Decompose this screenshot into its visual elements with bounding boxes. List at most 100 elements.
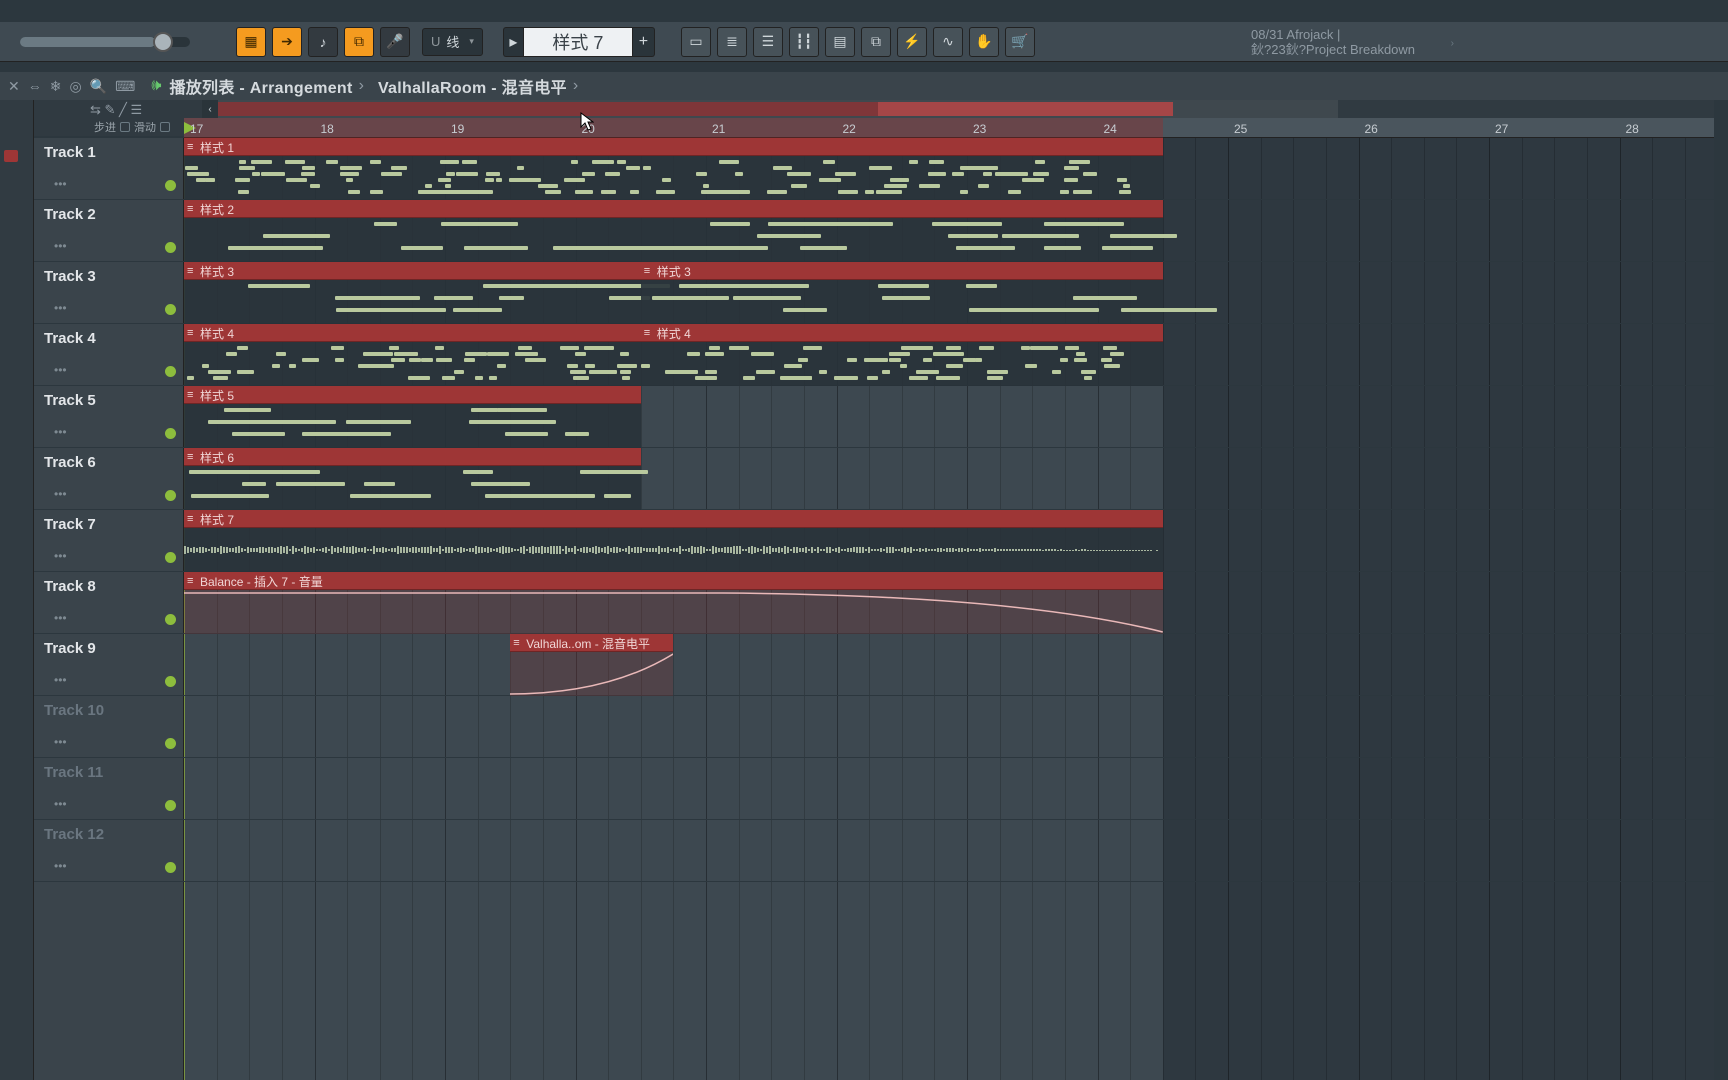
track-menu-icon[interactable]: •••: [54, 673, 67, 687]
clip-header[interactable]: 样式 1: [184, 138, 1163, 156]
pattern-prev-button[interactable]: ▸: [503, 27, 523, 57]
track-menu-icon[interactable]: •••: [54, 239, 67, 253]
clip-body[interactable]: [510, 652, 673, 696]
track-mute-led[interactable]: [165, 242, 176, 253]
clip-body[interactable]: [184, 280, 641, 324]
track-header[interactable]: Track 7•••: [34, 510, 184, 572]
speaker-icon[interactable]: 🕪: [151, 77, 161, 95]
cart-icon[interactable]: 🛒: [1005, 27, 1035, 57]
resize-icon[interactable]: ⇔: [28, 78, 42, 94]
track-menu-icon[interactable]: •••: [54, 611, 67, 625]
mixer-icon[interactable]: ┇┇: [789, 27, 819, 57]
track-row[interactable]: [184, 634, 1714, 696]
crumb-item-1[interactable]: ValhallaRoom - 混音电平: [378, 74, 567, 98]
overview-minimap[interactable]: [218, 100, 1400, 118]
curve-icon[interactable]: ∿: [933, 27, 963, 57]
track-header[interactable]: Track 11•••: [34, 758, 184, 820]
crumb-item-0[interactable]: 播放列表 - Arrangement: [169, 74, 352, 98]
channelrack-icon[interactable]: ☰: [753, 27, 783, 57]
master-volume-slider[interactable]: [20, 37, 190, 47]
target-icon[interactable]: ◎: [69, 78, 81, 95]
track-header[interactable]: Track 6•••: [34, 448, 184, 510]
snap-icon[interactable]: ❄: [50, 78, 62, 95]
zoom-icon[interactable]: 🔍: [90, 78, 107, 95]
track-mute-led[interactable]: [165, 180, 176, 191]
track-menu-icon[interactable]: •••: [54, 797, 67, 811]
clip-body[interactable]: [641, 280, 1163, 324]
clip-body[interactable]: [641, 342, 1163, 386]
track-menu-icon[interactable]: •••: [54, 177, 67, 191]
clip-body[interactable]: [184, 404, 641, 448]
timeline-ruler[interactable]: 17181920212223242526272829: [184, 118, 1714, 138]
track-header[interactable]: Track 10•••: [34, 696, 184, 758]
track-mute-led[interactable]: [165, 738, 176, 749]
clip-header[interactable]: 样式 7: [184, 510, 1163, 528]
pattern-add-button[interactable]: +: [633, 27, 655, 57]
track-menu-icon[interactable]: •••: [54, 487, 67, 501]
track-mute-led[interactable]: [165, 428, 176, 439]
track-mute-led[interactable]: [165, 552, 176, 563]
track-mute-led[interactable]: [165, 614, 176, 625]
clip-header[interactable]: 样式 4: [184, 324, 641, 342]
close-icon[interactable]: ✕: [8, 78, 20, 95]
clip-body[interactable]: [184, 156, 1163, 200]
track-menu-icon[interactable]: •••: [54, 735, 67, 749]
track-row[interactable]: [184, 758, 1714, 820]
browser-icon[interactable]: ▤: [825, 27, 855, 57]
clip-body[interactable]: [184, 590, 1163, 634]
pattern-name-field[interactable]: 样式 7: [523, 27, 633, 57]
playlist-icon[interactable]: ▭: [681, 27, 711, 57]
copy-icon[interactable]: ⧉: [861, 27, 891, 57]
pianoroll-icon[interactable]: ≣: [717, 27, 747, 57]
plug-icon[interactable]: ⚡: [897, 27, 927, 57]
track-menu-icon[interactable]: •••: [54, 549, 67, 563]
step-toggle[interactable]: [120, 122, 130, 132]
track-mute-led[interactable]: [165, 304, 176, 315]
note-tool-button[interactable]: ♪: [308, 27, 338, 57]
track-header[interactable]: Track 9•••: [34, 634, 184, 696]
track-mute-led[interactable]: [165, 862, 176, 873]
volume-knob[interactable]: [153, 32, 173, 52]
track-menu-icon[interactable]: •••: [54, 301, 67, 315]
track-mute-led[interactable]: [165, 366, 176, 377]
clip-header[interactable]: 样式 4: [641, 324, 1163, 342]
track-row[interactable]: [184, 696, 1714, 758]
clip-body[interactable]: [184, 466, 641, 510]
track-mute-led[interactable]: [165, 490, 176, 501]
input-icon[interactable]: ⌨: [115, 78, 135, 95]
track-header[interactable]: Track 2•••: [34, 200, 184, 262]
clip-header[interactable]: 样式 2: [184, 200, 1163, 218]
clip-area[interactable]: 样式 1 样式 2 样式 3样式 3 样式 4样式 4 样式 5 样式 6 样式 7 Bala…: [184, 138, 1714, 1080]
link-button[interactable]: ⧉: [344, 27, 374, 57]
clip-header[interactable]: Balance - 插入 7 - 音量: [184, 572, 1163, 590]
overview-scroll-left[interactable]: ‹: [202, 100, 218, 118]
step-play-button[interactable]: ➔: [272, 27, 302, 57]
clip-header[interactable]: 样式 6: [184, 448, 641, 466]
track-row[interactable]: [184, 820, 1714, 882]
track-header[interactable]: Track 1•••: [34, 138, 184, 200]
track-menu-icon[interactable]: •••: [54, 859, 67, 873]
clip-header[interactable]: 样式 3: [641, 262, 1163, 280]
vertical-scrollbar[interactable]: [1714, 100, 1728, 1080]
track-header[interactable]: Track 5•••: [34, 386, 184, 448]
track-mute-led[interactable]: [165, 800, 176, 811]
pattern-song-button[interactable]: ▦: [236, 27, 266, 57]
metronome-button[interactable]: 🎤: [380, 27, 410, 57]
slide-toggle[interactable]: [160, 122, 170, 132]
clip-header[interactable]: Valhalla..om - 混音电平: [510, 634, 673, 652]
track-header[interactable]: Track 3•••: [34, 262, 184, 324]
track-mute-led[interactable]: [165, 676, 176, 687]
track-header[interactable]: Track 4•••: [34, 324, 184, 386]
clip-header[interactable]: 样式 3: [184, 262, 641, 280]
track-menu-icon[interactable]: •••: [54, 363, 67, 377]
hand-icon[interactable]: ✋: [969, 27, 999, 57]
clip-header[interactable]: 样式 5: [184, 386, 641, 404]
snap-selector[interactable]: U 线 ▾: [422, 28, 483, 56]
clip-body[interactable]: [184, 218, 1163, 262]
track-menu-icon[interactable]: •••: [54, 425, 67, 439]
track-header[interactable]: Track 12•••: [34, 820, 184, 882]
track-header[interactable]: Track 8•••: [34, 572, 184, 634]
clip-body[interactable]: [184, 528, 1163, 572]
marker-clip[interactable]: [4, 150, 18, 162]
clip-body[interactable]: [184, 342, 641, 386]
